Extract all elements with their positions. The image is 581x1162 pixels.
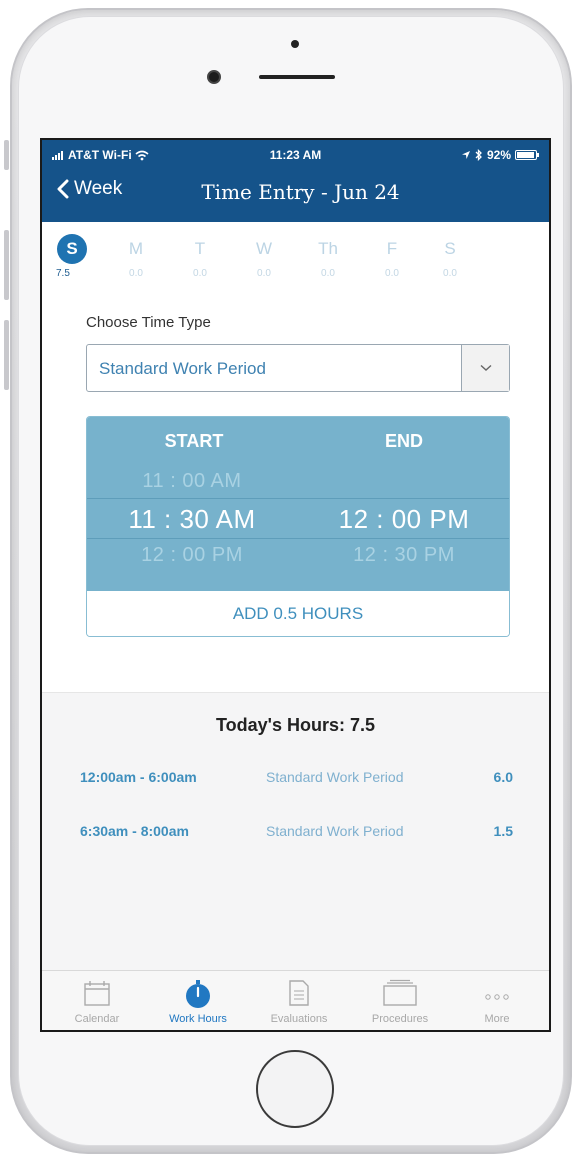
battery-fill	[517, 152, 534, 158]
chevron-down-icon	[480, 364, 491, 371]
status-bar: AT&T Wi-Fi 11:23 AM 92%	[42, 140, 549, 166]
time-picker: START END 11 : 00 AM 11 : 30 AM 12 : 00 …	[86, 416, 510, 637]
time-entry-row[interactable]: 6:30am - 8:00am Standard Work Period 1.5	[42, 823, 549, 847]
tab-label: Work Hours	[169, 1013, 227, 1025]
time-entry-row[interactable]: 12:00am - 6:00am Standard Work Period 6.0	[42, 769, 549, 793]
day-hours: 0.0	[385, 268, 399, 279]
app-header: AT&T Wi-Fi 11:23 AM 92% Week Time Entry …	[42, 140, 549, 222]
stopwatch-icon	[148, 979, 248, 1009]
mute-switch	[4, 140, 9, 170]
day-4[interactable]: Th 0.0	[308, 234, 348, 279]
add-hours-button[interactable]: ADD 0.5 HOURS	[87, 591, 509, 636]
day-letter: F	[386, 239, 398, 258]
bluetooth-icon	[475, 149, 482, 161]
earpiece-speaker	[259, 75, 335, 79]
tab-label: Evaluations	[270, 1013, 328, 1025]
calendar-icon	[47, 979, 147, 1009]
tab-label: Procedures	[371, 1013, 429, 1025]
tab-procedures[interactable]: Procedures	[350, 971, 450, 1030]
day-hours: 0.0	[193, 268, 207, 279]
selection-line-top	[87, 498, 509, 499]
day-selector: S 7.5 M 0.0 T 0.0 W 0.0 Th 0.0 F 0.0 S 0.0	[52, 234, 532, 294]
day-0[interactable]: S 7.5	[52, 234, 92, 279]
day-3[interactable]: W 0.0	[244, 234, 284, 279]
tab-label: Calendar	[74, 1013, 120, 1025]
day-hours: 0.0	[443, 268, 457, 279]
proximity-sensor	[291, 40, 299, 48]
end-header: END	[384, 431, 423, 451]
day-6[interactable]: S 0.0	[430, 234, 470, 279]
day-hours: 0.0	[321, 268, 335, 279]
day-letter: W	[255, 239, 273, 258]
app-screen: AT&T Wi-Fi 11:23 AM 92% Week Time Entry …	[40, 138, 551, 1032]
entry-range: 12:00am - 6:00am	[80, 769, 197, 785]
folder-stack-icon	[350, 979, 450, 1009]
entry-type: Standard Work Period	[266, 769, 404, 785]
start-time-selected[interactable]: 11 : 30 AM	[87, 504, 297, 535]
battery-icon	[515, 150, 539, 160]
day-hours: 0.0	[257, 268, 271, 279]
day-letter: M	[128, 239, 144, 258]
todays-hours-title: Today's Hours: 7.5	[216, 715, 375, 735]
tab-label: More	[484, 1013, 510, 1025]
day-letter: T	[194, 239, 206, 258]
start-option-prev[interactable]: 11 : 00 AM	[87, 470, 297, 493]
entry-type: Standard Work Period	[266, 823, 404, 839]
day-letter: Th	[318, 239, 338, 258]
home-button[interactable]	[256, 1050, 334, 1128]
status-right: 92%	[461, 148, 539, 162]
tab-evaluations[interactable]: Evaluations	[249, 971, 349, 1030]
end-time-selected[interactable]: 12 : 00 PM	[299, 504, 509, 535]
tab-bar: Calendar Work Hours Evaluations Procedures M…	[42, 970, 549, 1030]
start-header: START	[164, 431, 224, 451]
day-5[interactable]: F 0.0	[372, 234, 412, 279]
tab-calendar[interactable]: Calendar	[47, 971, 147, 1030]
day-2[interactable]: T 0.0	[180, 234, 220, 279]
start-option-next[interactable]: 12 : 00 PM	[87, 544, 297, 567]
selection-line-bottom	[87, 538, 509, 539]
tab-more[interactable]: More	[447, 971, 547, 1030]
time-type-value: Standard Work Period	[99, 359, 266, 378]
dropdown-toggle[interactable]	[461, 345, 509, 391]
time-type-dropdown[interactable]: Standard Work Period	[86, 344, 510, 392]
end-option-next[interactable]: 12 : 30 PM	[299, 544, 509, 567]
day-letter: S	[57, 234, 87, 264]
tab-work-hours[interactable]: Work Hours	[148, 971, 248, 1030]
day-1[interactable]: M 0.0	[116, 234, 156, 279]
time-picker-wheels: START END 11 : 00 AM 11 : 30 AM 12 : 00 …	[87, 417, 509, 591]
volume-down-button	[4, 320, 9, 390]
time-type-label: Choose Time Type	[86, 314, 211, 331]
day-hours: 7.5	[56, 268, 70, 279]
battery-percent: 92%	[486, 148, 511, 162]
volume-up-button	[4, 230, 9, 300]
location-arrow-icon	[461, 151, 470, 159]
entry-hours: 6.0	[493, 769, 513, 785]
document-icon	[249, 979, 349, 1009]
page-title: Time Entry - Jun 24	[201, 180, 400, 204]
todays-hours-section: Today's Hours: 7.5 12:00am - 6:00am Stand…	[42, 692, 549, 972]
day-hours: 0.0	[129, 268, 143, 279]
front-camera	[207, 70, 221, 84]
more-icon	[447, 979, 547, 1009]
entry-hours: 1.5	[493, 823, 513, 839]
entry-range: 6:30am - 8:00am	[80, 823, 189, 839]
day-letter: S	[444, 239, 456, 258]
